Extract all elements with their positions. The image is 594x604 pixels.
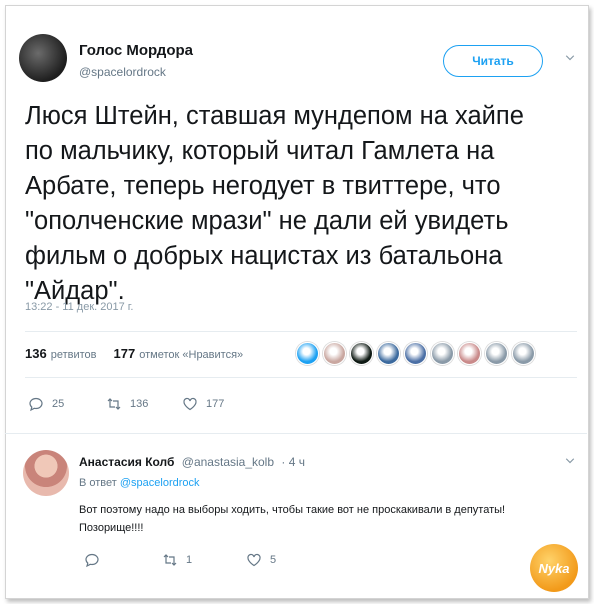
like-count: 5 <box>270 554 277 566</box>
tweet-timestamp[interactable]: 13:22 - 11 дек. 2017 г. <box>25 301 134 313</box>
liker-avatar[interactable] <box>350 342 373 365</box>
liker-avatars <box>296 342 535 365</box>
reply-author[interactable]: Анастасия Колб @anastasia_kolb · 4 ч <box>79 455 305 469</box>
like-count: 177 <box>206 398 225 410</box>
like-action[interactable]: 5 <box>246 552 276 568</box>
reply-action[interactable] <box>84 552 162 568</box>
reply-author-name: Анастасия Колб <box>79 455 175 469</box>
reply-icon <box>29 397 43 412</box>
chevron-down-icon[interactable] <box>564 455 576 467</box>
retweet-count: 1 <box>186 554 193 566</box>
liker-avatar[interactable] <box>296 342 319 365</box>
tweet-actions: 25 136 177 <box>28 396 224 412</box>
liker-avatar[interactable] <box>458 342 481 365</box>
retweet-icon <box>163 554 177 566</box>
follow-button[interactable]: Читать <box>443 45 543 77</box>
chevron-down-icon[interactable] <box>564 52 576 64</box>
author-handle[interactable]: @spacelordrock <box>79 65 166 79</box>
tweet-text: Люся Штейн, ставшая мундепом на хайпе по… <box>25 102 524 305</box>
reply-icon <box>85 553 99 568</box>
author-avatar[interactable] <box>19 34 67 82</box>
reply-author-avatar[interactable] <box>23 450 69 496</box>
liker-avatar[interactable] <box>323 342 346 365</box>
reply-action[interactable]: 25 <box>28 396 106 412</box>
retweets-stat[interactable]: 136 ретвитов <box>25 346 96 361</box>
liker-avatar[interactable] <box>512 342 535 365</box>
likes-stat[interactable]: 177 отметок «Нравится» <box>114 346 244 361</box>
divider <box>25 331 577 332</box>
reply-to-line: В ответ @spacelordrock <box>79 477 200 489</box>
retweet-action[interactable]: 1 <box>162 552 246 568</box>
author-name[interactable]: Голос Мордора <box>79 42 193 59</box>
liker-avatar[interactable] <box>377 342 400 365</box>
reply-actions: 1 5 <box>84 552 276 568</box>
liker-avatar[interactable] <box>431 342 454 365</box>
reply-text: Вот поэтому надо на выборы ходить, чтобы… <box>79 504 506 534</box>
like-action[interactable]: 177 <box>182 396 224 412</box>
tweet-stats: 136 ретвитов 177 отметок «Нравится» <box>25 346 257 361</box>
retweet-action[interactable]: 136 <box>106 396 182 412</box>
liker-avatar[interactable] <box>404 342 427 365</box>
liker-avatar[interactable] <box>485 342 508 365</box>
watermark-logo: Nyka <box>530 544 578 592</box>
reply-count: 25 <box>52 398 65 410</box>
reply-to-prefix: В ответ <box>79 477 117 489</box>
retweet-count: 136 <box>130 398 149 410</box>
retweet-icon <box>107 398 121 410</box>
heart-icon <box>183 397 197 411</box>
divider <box>25 377 577 378</box>
heart-icon <box>247 553 261 567</box>
reply-to-link[interactable]: @spacelordrock <box>120 477 200 489</box>
reply-author-handle: @anastasia_kolb <box>181 455 275 469</box>
divider <box>5 433 587 434</box>
reply-time: · 4 ч <box>281 455 305 469</box>
